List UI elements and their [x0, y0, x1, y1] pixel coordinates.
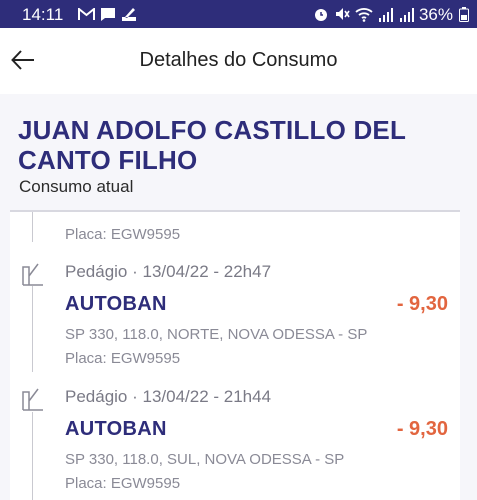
customer-name: JUAN ADOLFO CASTILLO DEL CANTO FILHO	[18, 115, 406, 175]
brush-app-icon	[122, 7, 136, 21]
transaction-plate: Placa: EGW9595	[65, 475, 181, 492]
consumo-label: Consumo atual	[19, 177, 134, 196]
transaction-address: SP 330, 118.0, NORTE, NOVA ODESSA - SP	[65, 326, 368, 343]
mute-icon	[336, 8, 350, 20]
status-time: 14:11	[22, 5, 64, 24]
transaction-amount: - 9,30	[396, 418, 448, 440]
notification-icons	[78, 6, 137, 22]
transaction-list[interactable]: Placa: EGW9595 Pedágio · 13/04/22 - 22h4…	[10, 210, 460, 500]
transaction-header: Pedágio · 13/04/22 - 21h44	[65, 387, 272, 406]
signal-icon	[379, 7, 393, 22]
transaction-item[interactable]: Pedágio · 13/04/22 - 22h47 AUTOBAN - 9,3…	[10, 262, 460, 382]
transaction-plate: Placa: EGW9595	[65, 350, 181, 367]
toll-booth-icon	[20, 262, 44, 286]
transaction-item[interactable]: Pedágio · 13/04/22 - 21h44 AUTOBAN - 9,3…	[10, 387, 460, 500]
app-header: Detalhes do Consumo	[0, 28, 477, 94]
gmail-icon	[78, 7, 95, 20]
message-icon	[101, 7, 115, 21]
partial-plate: Placa: EGW9595	[65, 226, 181, 243]
battery-percentage: 36%	[418, 5, 453, 24]
signal-icon	[400, 7, 414, 22]
transaction-merchant: AUTOBAN	[65, 418, 167, 440]
wifi-icon	[355, 7, 373, 22]
toll-booth-icon	[20, 387, 44, 411]
status-bar: 14:11 36%	[0, 0, 477, 28]
transaction-merchant: AUTOBAN	[65, 293, 167, 315]
transaction-header: Pedágio · 13/04/22 - 22h47	[65, 262, 272, 281]
timeline-line	[32, 212, 33, 242]
page-title: Detalhes do Consumo	[139, 49, 338, 71]
transaction-address: SP 330, 118.0, SUL, NOVA ODESSA - SP	[65, 451, 345, 468]
alarm-icon	[315, 9, 327, 21]
transaction-amount: - 9,30	[396, 293, 448, 315]
battery-icon	[459, 7, 469, 22]
system-icons	[313, 6, 415, 22]
